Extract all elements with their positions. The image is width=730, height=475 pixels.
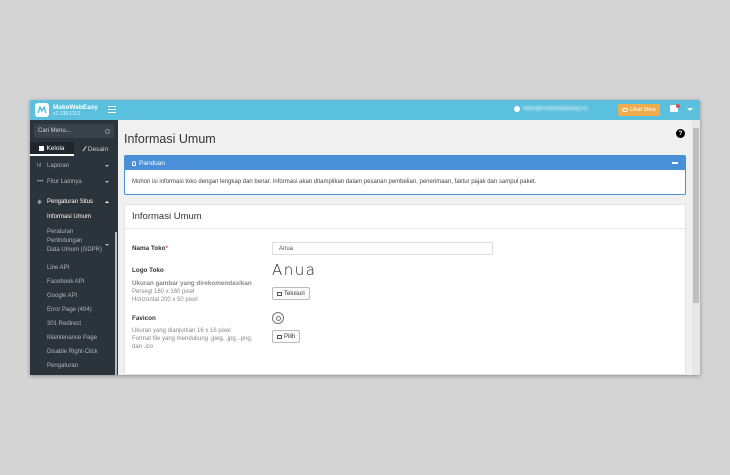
brand-name: MakeWebEasy xyxy=(53,103,99,111)
chevron-down-icon xyxy=(105,181,109,183)
logo-label: Logo Toko xyxy=(132,267,164,274)
app-window: MakeWebEasy v2.138.1113 hello@makewebeas… xyxy=(30,100,700,375)
logo-hint-square: Persegi 160 x 160 pixel xyxy=(132,289,195,295)
sidebar-subitem-error-page[interactable]: Error Page (404) xyxy=(30,303,116,317)
list-icon xyxy=(39,145,45,151)
guide-panel: Panduan Mohon isi informasi toko dengan … xyxy=(124,155,686,195)
general-info-card: Informasi Umum Nama Toko* Anua Logo Toko… xyxy=(124,204,686,375)
account-email: hello@makewebeasy.co xyxy=(514,106,588,112)
tab-kelola-label: Kelola xyxy=(46,144,65,152)
browse-button-label: Telusuri xyxy=(284,290,305,297)
sidebar-scrollbar[interactable] xyxy=(115,232,117,375)
help-icon[interactable]: ? xyxy=(676,129,685,138)
sidebar-subitem-gdpr[interactable]: Peraturan Perlindungan Data Umum (GDPR) xyxy=(30,228,116,255)
search-placeholder: Cari Menu... xyxy=(38,128,71,134)
chevron-down-icon xyxy=(105,165,109,167)
store-name-input[interactable]: Anua xyxy=(272,242,493,255)
scrollbar-thumb[interactable] xyxy=(693,128,699,303)
tab-desain[interactable]: Desain xyxy=(74,142,118,156)
sidebar-item-label: Fitur Lainnya xyxy=(47,179,82,185)
logo-hint-horizontal: Horizontal 200 x 50 pixel xyxy=(132,297,198,303)
sidebar-subitem-disable-right-click[interactable]: Disable Right-Click xyxy=(30,345,116,359)
sidebar-menu: lıl Laporan ••• Fitur Lainnya ✱ Pengatur… xyxy=(30,158,116,373)
sidebar-search-input[interactable]: Cari Menu... xyxy=(34,124,114,138)
eye-icon xyxy=(622,108,629,112)
store-name-label-text: Nama Toko xyxy=(132,245,166,252)
sidebar-subitem-google-api[interactable]: Google API xyxy=(30,289,116,303)
globe-icon xyxy=(514,106,520,112)
chevron-down-icon xyxy=(105,244,109,246)
collapse-icon[interactable] xyxy=(672,162,678,164)
tab-kelola[interactable]: Kelola xyxy=(30,142,74,156)
favicon-hint-size: Ukuran yang dianjurkan 16 x 16 pixel xyxy=(132,328,231,334)
view-site-label: Lihat Situs xyxy=(630,107,656,113)
tab-desain-label: Desain xyxy=(87,145,109,153)
email-text: hello@makewebeasy.co xyxy=(523,106,588,112)
sidebar-subitem-line-api[interactable]: Line API xyxy=(30,261,116,275)
dots-icon: ••• xyxy=(37,179,44,185)
version-label: v2.138.1113 xyxy=(53,110,80,117)
sidebar-subitem-301-redirect[interactable]: 301 Redirect xyxy=(30,317,116,331)
choose-favicon-button[interactable]: Pilih xyxy=(272,330,301,343)
main-content: Informasi Umum ? Panduan Mohon isi infor… xyxy=(118,120,700,375)
view-site-button[interactable]: Lihat Situs xyxy=(618,104,660,116)
lightbulb-icon xyxy=(132,160,136,166)
guide-title: Panduan xyxy=(139,159,166,167)
sidebar-tabs: Kelola Desain xyxy=(30,142,118,156)
gear-icon: ✱ xyxy=(37,199,43,206)
sidebar-item-pengaturan-situs[interactable]: ✱ Pengaturan Situs xyxy=(30,194,116,210)
main-scrollbar[interactable] xyxy=(692,120,700,375)
sidebar: Cari Menu... Kelola Desain lıl Laporan •… xyxy=(30,120,118,375)
menu-toggle-icon[interactable] xyxy=(108,106,116,115)
notification-icon[interactable] xyxy=(670,104,680,114)
favicon-label: Favicon xyxy=(132,315,156,322)
store-name-label: Nama Toko* xyxy=(132,245,168,252)
sidebar-item-fitur-lainnya[interactable]: ••• Fitur Lainnya xyxy=(30,174,116,190)
gdpr-line-1: Peraturan xyxy=(47,229,74,235)
gdpr-line-3: Data Umum (GDPR) xyxy=(47,247,103,253)
store-logo-image: Anua xyxy=(272,261,317,279)
notification-badge xyxy=(676,104,680,108)
sidebar-subitem-maintenance-page[interactable]: Maintenance Page xyxy=(30,331,116,345)
sidebar-subitem-pengaturan[interactable]: Pengaturan xyxy=(30,359,116,373)
choose-button-label: Pilih xyxy=(284,333,296,340)
image-icon xyxy=(277,334,282,339)
sidebar-item-label: Laporan xyxy=(47,163,70,169)
sidebar-subitem-informasi-umum[interactable]: Informasi Umum xyxy=(30,210,116,224)
account-dropdown-icon[interactable] xyxy=(687,108,693,111)
search-icon xyxy=(105,128,110,134)
guide-text: Mohon isi informasi toko dengan lengkap … xyxy=(132,179,537,185)
sidebar-item-laporan[interactable]: lıl Laporan xyxy=(30,158,116,174)
chevron-up-icon xyxy=(105,201,109,203)
sidebar-item-label: Pengaturan Situs xyxy=(47,199,94,205)
card-title: Informasi Umum xyxy=(125,205,685,229)
bar-chart-icon: lıl xyxy=(37,163,42,169)
page-title: Informasi Umum xyxy=(124,132,216,146)
sidebar-subitem-facebook-api[interactable]: Facebook API xyxy=(30,275,116,289)
pencil-icon xyxy=(82,145,88,153)
browse-logo-button[interactable]: Telusuri xyxy=(272,287,310,300)
logo-hint-title: Ukuran gambar yang direkomendasikan xyxy=(132,280,252,287)
guide-header[interactable]: Panduan xyxy=(125,156,685,170)
favicon-hint-format: Format file yang mendukung .jpeg, .jpg, … xyxy=(132,336,253,350)
brand[interactable]: MakeWebEasy v2.138.1113 xyxy=(30,100,118,120)
favicon-preview-icon xyxy=(272,312,284,324)
makewebeasy-logo-icon xyxy=(35,103,49,117)
required-mark: * xyxy=(165,245,168,252)
top-bar: MakeWebEasy v2.138.1113 hello@makewebeas… xyxy=(30,100,700,120)
image-icon xyxy=(277,291,282,296)
